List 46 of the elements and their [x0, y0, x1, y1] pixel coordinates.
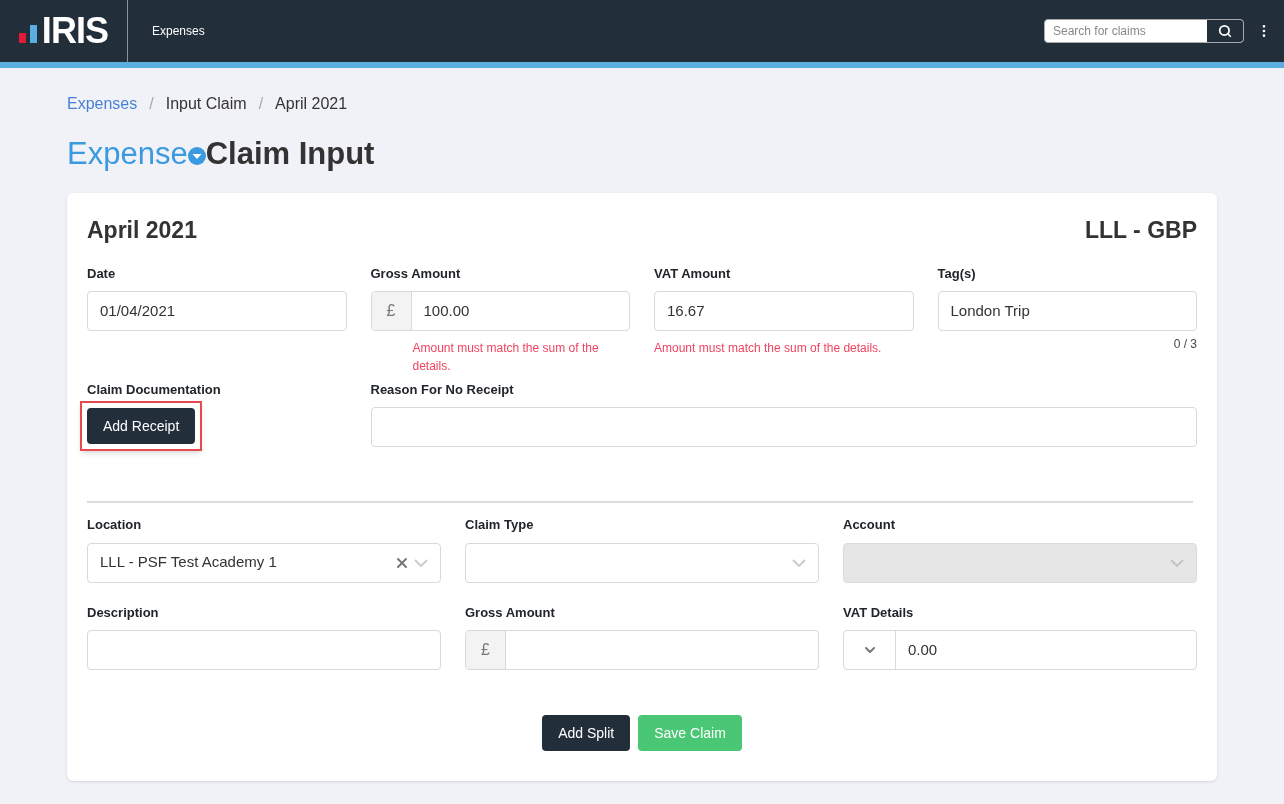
field-label: Gross Amount — [465, 603, 556, 622]
breadcrumb-separator: / — [258, 94, 264, 114]
field-label: Date — [87, 264, 117, 283]
breadcrumb-separator: / — [149, 94, 154, 114]
field-label: Reason For No Receipt — [370, 380, 515, 399]
currency-prefix: £ — [466, 631, 506, 669]
period-heading: April 2021 — [87, 216, 197, 245]
caret-down-icon[interactable] — [187, 146, 206, 165]
field-label: VAT Details — [843, 603, 915, 622]
field-label: Description — [87, 603, 160, 622]
form-button[interactable]: Add Split — [542, 715, 631, 751]
tag-counter: 0 / 3 — [1173, 336, 1197, 353]
select-field[interactable]: LLL - PSF Test Academy 1 — [87, 542, 441, 583]
input-field[interactable]: 16.67 — [654, 291, 914, 331]
nav-link[interactable]: Expenses — [152, 22, 205, 40]
field-label: Location — [87, 516, 143, 534]
field-label: Tag(s) — [937, 264, 977, 283]
input-field[interactable]: 01/04/2021 — [87, 291, 347, 331]
search-button[interactable] — [1207, 20, 1243, 42]
breadcrumb-item[interactable]: Expenses — [67, 92, 138, 116]
chevron-down-icon — [792, 558, 806, 567]
field-label: Gross Amount — [370, 264, 462, 283]
input-field[interactable] — [370, 407, 1197, 447]
search-icon — [1218, 24, 1232, 38]
chevron-down-icon — [1170, 558, 1184, 567]
chevron-down-icon — [414, 558, 428, 567]
input-field[interactable] — [87, 630, 441, 670]
field-label: Claim Type — [465, 516, 535, 534]
breadcrumb-item: Input Claim — [165, 94, 247, 114]
breadcrumb-item: April 2021 — [275, 94, 348, 114]
field-label: VAT Amount — [654, 264, 732, 283]
vat-field[interactable]: 0.00 — [843, 630, 1197, 670]
error-message: Amount must match the sum of the details. — [412, 340, 600, 375]
amount-field[interactable]: £ — [465, 630, 819, 670]
page-title: Claim Input — [205, 138, 375, 169]
search-field[interactable]: Search for claims — [1044, 19, 1244, 43]
field-label: Claim Documentation — [87, 380, 221, 399]
amount-field[interactable]: £ 100.00 — [370, 291, 630, 331]
currency-heading: LLL - GBP — [1085, 216, 1197, 245]
currency-prefix: £ — [371, 292, 412, 330]
error-message: Amount must match the sum of the details. — [654, 340, 883, 357]
add-receipt-button[interactable]: Add Receipt — [87, 408, 196, 444]
input-field[interactable]: London Trip — [937, 291, 1197, 331]
field-label: Account — [843, 516, 896, 534]
select-field[interactable] — [465, 542, 819, 583]
logo-text: IRIS — [41, 13, 109, 49]
